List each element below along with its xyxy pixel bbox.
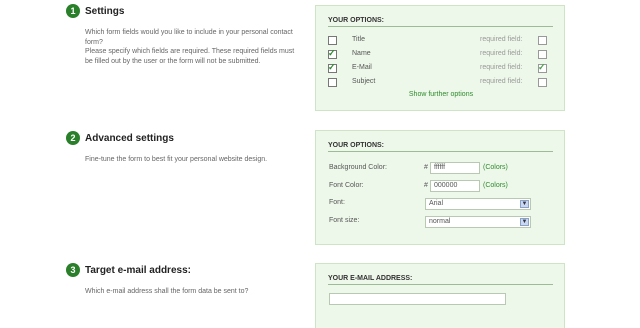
email-panel: YOUR E-MAIL ADDRESS: <box>315 263 565 328</box>
field-row-name: Name required field: <box>328 48 556 61</box>
field-row-title: Title required field: <box>328 35 556 47</box>
chevron-down-icon[interactable]: ▼ <box>520 200 529 208</box>
section-title: Target e-mail address: <box>85 265 191 276</box>
required-email-checkbox[interactable] <box>538 62 547 73</box>
panel-title: YOUR OPTIONS: <box>328 142 553 152</box>
font-size-select[interactable]: normal ▼ <box>425 216 531 228</box>
panel-title: YOUR E-MAIL ADDRESS: <box>328 275 553 285</box>
background-color-input[interactable]: ffffff <box>430 162 480 174</box>
step-number-badge: 2 <box>66 131 80 145</box>
step-number-badge: 1 <box>66 4 80 18</box>
hash-symbol: # <box>424 164 428 171</box>
background-colors-link[interactable]: (Colors) <box>483 164 508 171</box>
required-label: required field: <box>480 50 523 57</box>
advanced-options-panel: YOUR OPTIONS: Background Color: # ffffff… <box>315 130 565 245</box>
field-label: E-Mail <box>352 64 372 71</box>
panel-title: YOUR OPTIONS: <box>328 17 553 27</box>
font-color-label: Font Color: <box>329 182 364 189</box>
required-label: required field: <box>480 64 523 71</box>
required-label: required field: <box>480 36 523 43</box>
font-select[interactable]: Arial ▼ <box>425 198 531 210</box>
email-field[interactable] <box>329 293 506 305</box>
step-number-badge: 3 <box>66 263 80 277</box>
include-email-checkbox[interactable] <box>328 62 337 73</box>
font-color-input[interactable]: 000000 <box>430 180 480 192</box>
section-title: Advanced settings <box>85 133 174 144</box>
include-subject-checkbox[interactable] <box>328 78 337 87</box>
chevron-down-icon[interactable]: ▼ <box>520 218 529 226</box>
field-row-subject: Subject required field: <box>328 77 556 89</box>
options-panel: YOUR OPTIONS: Title required field: Name… <box>315 5 565 111</box>
hash-symbol: # <box>424 182 428 189</box>
background-color-label: Background Color: <box>329 164 387 171</box>
font-colors-link[interactable]: (Colors) <box>483 182 508 189</box>
field-label: Name <box>352 50 371 57</box>
section-description: Which form fields would you like to incl… <box>85 29 295 65</box>
field-row-email: E-Mail required field: <box>328 62 556 75</box>
field-label: Title <box>352 36 365 43</box>
section-description: Fine-tune the form to best fit your pers… <box>85 156 268 163</box>
required-title-checkbox[interactable] <box>538 36 547 45</box>
section-title: Settings <box>85 6 125 17</box>
section-description: Which e-mail address shall the form data… <box>85 288 249 295</box>
required-label: required field: <box>480 78 523 85</box>
required-subject-checkbox[interactable] <box>538 78 547 87</box>
font-size-select-value: normal <box>429 218 451 225</box>
font-select-value: Arial <box>429 200 444 207</box>
required-name-checkbox[interactable] <box>538 50 547 59</box>
field-label: Subject <box>352 78 376 85</box>
font-size-label: Font size: <box>329 217 360 224</box>
font-label: Font: <box>329 199 345 206</box>
include-name-checkbox[interactable] <box>328 48 337 59</box>
include-title-checkbox[interactable] <box>328 36 337 45</box>
show-further-options-link[interactable]: Show further options <box>316 91 566 98</box>
